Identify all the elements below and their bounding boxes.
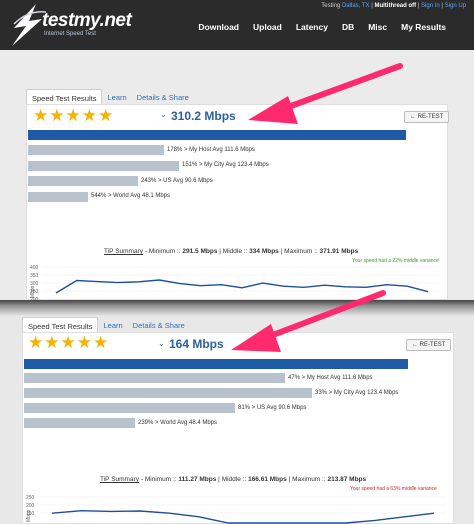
y-axis-label: Mbps: [26, 509, 32, 522]
tip-summary-title[interactable]: TiP Summary: [100, 476, 139, 483]
summary-min-label: Minimum ::: [144, 476, 177, 483]
comparison-bar: [28, 160, 179, 171]
y-tick-label: 200: [26, 503, 35, 509]
separator: |: [441, 3, 443, 9]
comparison-bar: [28, 145, 164, 155]
summary-min: 291.5 Mbps: [182, 248, 218, 255]
summary-max: 213.87 Mbps: [327, 476, 367, 483]
separator: |: [280, 248, 283, 255]
separator: |: [288, 476, 291, 483]
summary-dash: -: [144, 248, 147, 255]
y-tick-label: 400: [30, 265, 39, 271]
testing-prefix: Testing: [321, 3, 341, 9]
y-tick-label: 353: [30, 273, 39, 279]
tip-summary: TiP Summary - Minimum :: 291.5 Mbps | Mi…: [104, 248, 358, 255]
comparison-label: 81% > US Avg 90.6 Mbps: [238, 404, 307, 411]
tip-summary-title[interactable]: TiP Summary: [104, 248, 143, 255]
multithread-toggle[interactable]: Multithread off: [374, 3, 416, 9]
comparison-label: 33% > My City Avg 123.4 Mbps: [315, 389, 399, 396]
rating-stars: ★★★★★: [28, 333, 110, 352]
y-axis-label: Mbps: [30, 285, 36, 298]
y-tick-label: 250: [26, 495, 35, 501]
testing-location: Testing Dallas, TX | Multithread off | S…: [321, 3, 466, 9]
comparison-label: 239% > World Avg 48.4 Mbps: [138, 419, 217, 426]
summary-mid: 334 Mbps: [249, 248, 279, 255]
location-link[interactable]: Dallas, TX: [342, 3, 370, 9]
summary-mid: 166.61 Mbps: [248, 476, 287, 483]
nav-my-results[interactable]: My Results: [401, 22, 446, 32]
summary-dash: -: [140, 476, 143, 483]
separator: |: [371, 3, 373, 9]
nav-latency[interactable]: Latency: [296, 22, 328, 32]
comparison-label: 178% > My Host Avg 111.6 Mbps: [167, 146, 255, 153]
summary-max-label: Maximum ::: [292, 476, 326, 483]
speed-bar: [28, 130, 406, 140]
arrow-annotation-2: [231, 290, 386, 352]
separator: |: [219, 248, 221, 255]
nav-upload[interactable]: Upload: [253, 22, 282, 32]
comparison-bar: [28, 191, 88, 202]
summary-mid-label: Middle ::: [222, 248, 248, 255]
summary-mid-label: Middle ::: [221, 476, 247, 483]
nav-db[interactable]: DB: [342, 22, 354, 32]
comparison-bar: [24, 403, 235, 413]
chevron-down-icon[interactable]: ⌄: [160, 110, 167, 119]
separator: |: [417, 3, 420, 9]
brand-name[interactable]: testmy.net: [42, 10, 132, 32]
summary-min-label: Minimum ::: [148, 248, 181, 255]
summary-max: 371.91 Mbps: [319, 248, 359, 255]
variance-note: Your speed had a 63% middle variance: [350, 486, 437, 492]
site-header: testmy.net Internet Speed Test Testing D…: [0, 0, 474, 50]
speed-result: 310.2 Mbps: [171, 109, 236, 123]
sign-up-link[interactable]: Sign Up: [445, 3, 466, 9]
comparison-bar: [24, 388, 312, 398]
summary-max-label: Maximum ::: [284, 248, 318, 255]
comparison-label: 151% > My City Avg 123.4 Mbps: [182, 162, 269, 168]
chevron-down-icon[interactable]: ⌄: [158, 339, 165, 348]
retest-button[interactable]: ← RE-TEST: [404, 111, 450, 123]
speed-bar: [24, 359, 408, 369]
comparison-label: 544% > World Avg 48.1 Mbps: [91, 193, 170, 199]
tip-summary: TiP Summary - Minimum :: 111.27 Mbps | M…: [100, 476, 366, 483]
comparison-bar: [24, 418, 135, 428]
rating-stars: ★★★★★: [33, 106, 115, 125]
separator: |: [218, 476, 220, 483]
comparison-bar: [28, 176, 138, 186]
retest-button[interactable]: ← RE-TEST: [406, 339, 452, 351]
tip-line-series: [51, 509, 435, 524]
comparison-bar: [24, 373, 285, 383]
comparison-label: 243% > US Avg 90.6 Mbps: [141, 177, 213, 184]
brand-tagline: Internet Speed Test: [44, 31, 96, 37]
main-nav: Download Upload Latency DB Misc My Resul…: [198, 22, 446, 32]
sign-in-link[interactable]: Sign In: [421, 3, 440, 9]
summary-min: 111.27 Mbps: [178, 476, 217, 483]
speed-result: 164 Mbps: [169, 337, 224, 351]
nav-download[interactable]: Download: [198, 22, 239, 32]
nav-misc[interactable]: Misc: [368, 22, 387, 32]
comparison-label: 47% > My Host Avg 111.6 Mbps: [288, 374, 373, 381]
tip-chart: 250200150Mbps: [26, 495, 446, 524]
arrow-annotation-1: [248, 63, 403, 124]
